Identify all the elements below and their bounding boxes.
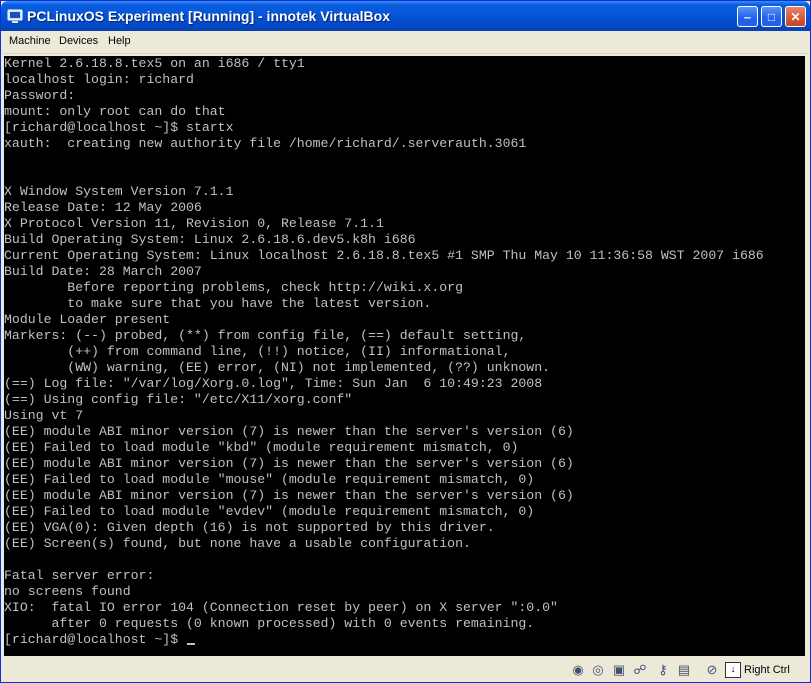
console-prompt-line: [richard@localhost ~]$	[4, 632, 196, 648]
console-line: (EE) Failed to load module "kbd" (module…	[4, 440, 519, 455]
console-line: Before reporting problems, check http://…	[4, 280, 463, 295]
console-line: (WW) warning, (EE) error, (NI) not imple…	[4, 360, 551, 375]
console-line: (EE) Screen(s) found, but none have a us…	[4, 536, 471, 551]
window-title: PCLinuxOS Experiment [Running] - innotek…	[27, 8, 390, 24]
console-line: no screens found	[4, 584, 131, 599]
console-line: to make sure that you have the latest ve…	[4, 296, 432, 311]
mouse-integration-icon[interactable]: ⊘	[704, 662, 720, 678]
console-line: Release Date: 12 May 2006	[4, 200, 202, 215]
host-key-label: Right Ctrl	[744, 664, 790, 676]
console-line: [richard@localhost ~]$ startx	[4, 120, 234, 135]
console-line: (EE) Failed to load module "evdev" (modu…	[4, 504, 535, 519]
keyboard-capture-icon[interactable]: ↓	[725, 662, 741, 678]
console-line: Current Operating System: Linux localhos…	[4, 248, 764, 263]
console-line: Build Date: 28 March 2007	[4, 264, 202, 279]
minimize-button[interactable]: ‒	[737, 6, 758, 27]
console-line: Fatal server error:	[4, 568, 155, 583]
menu-bar: Machine Devices Help	[3, 31, 808, 54]
console-line: localhost login: richard	[4, 72, 194, 87]
floppy-icon[interactable]: ▣	[611, 662, 627, 678]
title-bar[interactable]: PCLinuxOS Experiment [Running] - innotek…	[1, 1, 810, 31]
console-line: (EE) VGA(0): Given depth (16) is not sup…	[4, 520, 495, 535]
hard-disk-icon[interactable]: ◉	[570, 662, 586, 678]
minimize-icon: ‒	[744, 9, 751, 24]
console-line: Markers: (--) probed, (**) from config f…	[4, 328, 527, 343]
console-line: Build Operating System: Linux 2.6.18.6.d…	[4, 232, 416, 247]
shared-folder-icon[interactable]: ▤	[676, 662, 692, 678]
menu-devices[interactable]: Devices	[59, 35, 98, 47]
virtualbox-window: PCLinuxOS Experiment [Running] - innotek…	[0, 0, 811, 683]
text-cursor	[187, 643, 196, 645]
console-line: Password:	[4, 88, 76, 103]
console-line: X Protocol Version 11, Revision 0, Relea…	[4, 216, 384, 231]
console-line: (EE) module ABI minor version (7) is new…	[4, 488, 574, 503]
menu-help[interactable]: Help	[108, 35, 131, 47]
console-line: xauth: creating new authority file /home…	[4, 136, 527, 151]
network-icon[interactable]: ☍	[632, 662, 648, 678]
menu-machine[interactable]: Machine	[9, 35, 51, 47]
console-line: Kernel 2.6.18.8.tex5 on an i686 / tty1	[4, 56, 305, 71]
status-bar: ◉ ◎ ▣ ☍ ⚷ ▤ ⊘ ↓ Right Ctrl	[1, 658, 810, 682]
vm-console-screen[interactable]: Kernel 2.6.18.8.tex5 on an i686 / tty1 lo…	[4, 56, 805, 656]
console-line: (EE) module ABI minor version (7) is new…	[4, 456, 574, 471]
close-icon: ✕	[790, 9, 801, 24]
console-line: XIO: fatal IO error 104 (Connection rese…	[4, 600, 558, 615]
close-button[interactable]: ✕	[785, 6, 806, 27]
console-line: (==) Using config file: "/etc/X11/xorg.c…	[4, 392, 353, 407]
virtualbox-app-icon	[7, 9, 23, 23]
console-line: (==) Log file: "/var/log/Xorg.0.log", Ti…	[4, 376, 543, 391]
maximize-button[interactable]: □	[761, 6, 782, 27]
console-line: (EE) Failed to load module "mouse" (modu…	[4, 472, 535, 487]
console-line: X Window System Version 7.1.1	[4, 184, 234, 199]
console-line: mount: only root can do that	[4, 104, 226, 119]
console-line: Module Loader present	[4, 312, 171, 327]
usb-icon[interactable]: ⚷	[655, 662, 671, 678]
maximize-icon: □	[767, 9, 776, 24]
cdrom-icon[interactable]: ◎	[590, 662, 606, 678]
console-line: after 0 requests (0 known processed) wit…	[4, 616, 535, 631]
console-line: (EE) module ABI minor version (7) is new…	[4, 424, 574, 439]
console-line: Using vt 7	[4, 408, 84, 423]
console-line: (++) from command line, (!!) notice, (II…	[4, 344, 511, 359]
